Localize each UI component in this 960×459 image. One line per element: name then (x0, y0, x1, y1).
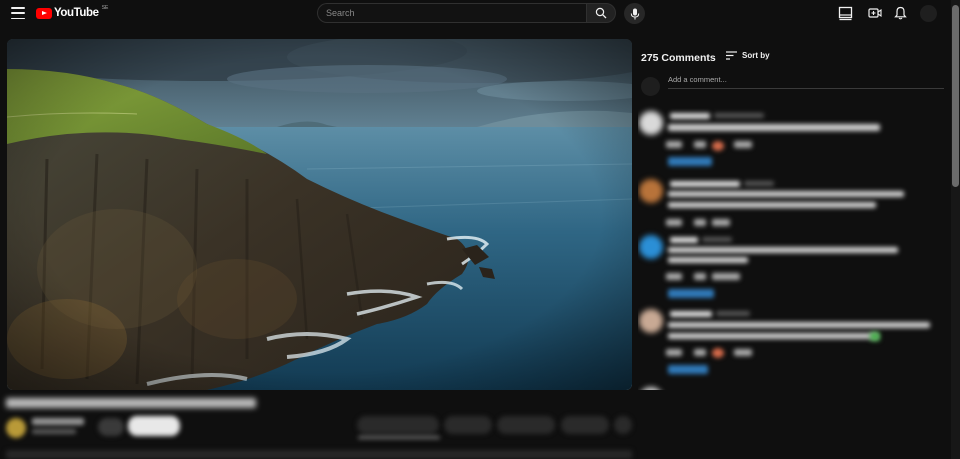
play-logo-icon (36, 7, 52, 19)
creator-heart-badge (712, 141, 724, 151)
creator-heart-badge (712, 348, 724, 358)
commenter-avatar[interactable] (639, 179, 663, 203)
comment-time-blurred (702, 237, 732, 242)
comment-count: 275 Comments (641, 52, 716, 64)
join-button[interactable] (98, 418, 124, 436)
like-button[interactable] (666, 273, 682, 280)
channel-avatar[interactable] (6, 418, 26, 438)
page-scrollbar[interactable] (951, 0, 960, 459)
like-ratio-bar (358, 436, 440, 439)
comments-header: 275 Comments (641, 52, 716, 64)
search-button[interactable] (586, 3, 616, 23)
dislike-button[interactable] (694, 141, 706, 148)
comment-text-blurred (668, 257, 748, 263)
menu-icon[interactable] (11, 7, 25, 19)
subscribe-button[interactable] (128, 416, 180, 436)
commenter-avatar[interactable] (639, 387, 663, 390)
account-avatar[interactable] (920, 5, 937, 22)
theater-mode-button[interactable] (837, 5, 854, 21)
like-dislike-button[interactable] (357, 416, 439, 434)
video-player[interactable] (7, 39, 632, 390)
search-icon (595, 7, 607, 19)
emoji-icon (870, 332, 880, 341)
view-replies-button[interactable] (668, 157, 712, 166)
commenter-avatar[interactable] (639, 111, 663, 135)
view-replies-button[interactable] (668, 365, 708, 374)
create-button[interactable] (867, 5, 883, 21)
channel-name-blurred[interactable] (32, 418, 84, 425)
comment-time-blurred (744, 181, 774, 186)
comment-item (638, 235, 948, 301)
subscriber-count-blurred (32, 429, 76, 434)
commenter-name-blurred[interactable] (670, 237, 698, 243)
like-button[interactable] (666, 219, 682, 226)
comment-item (638, 309, 948, 375)
sort-by-button[interactable]: Sort by (726, 51, 770, 60)
youtube-logo[interactable]: YouTube SE (36, 4, 108, 22)
commenter-name-blurred[interactable] (670, 311, 712, 317)
reply-button[interactable] (712, 219, 730, 226)
commenter-name-blurred[interactable] (670, 181, 740, 187)
comment-time-blurred (714, 113, 764, 118)
video-frame (7, 39, 632, 390)
search-input[interactable] (317, 3, 586, 23)
video-title-blurred (6, 398, 256, 408)
dislike-button[interactable] (694, 349, 706, 356)
search-bar (317, 3, 616, 23)
comment-text-blurred (668, 191, 904, 197)
commenter-name-blurred[interactable] (670, 113, 710, 119)
like-button[interactable] (666, 349, 682, 356)
dislike-button[interactable] (694, 273, 706, 280)
comment-text-blurred (668, 124, 880, 131)
sort-by-label: Sort by (742, 51, 770, 60)
share-button[interactable] (444, 416, 492, 434)
commenter-avatar[interactable] (639, 235, 663, 259)
notifications-button[interactable] (892, 5, 908, 21)
bell-icon (893, 6, 907, 20)
create-icon (868, 8, 882, 18)
save-button[interactable] (561, 416, 609, 434)
comment-text-blurred (668, 247, 898, 253)
logo-text: YouTube (54, 7, 99, 19)
dislike-button[interactable] (694, 219, 706, 226)
comment-text-blurred (668, 333, 878, 339)
voice-search-button[interactable] (624, 3, 645, 24)
comment-text-blurred (668, 322, 930, 328)
comments-panel: 275 Comments Sort by Add a comment... (638, 39, 951, 390)
comment-item (638, 111, 948, 177)
user-avatar (641, 77, 660, 96)
reply-button[interactable] (734, 141, 752, 148)
download-button[interactable] (497, 416, 555, 434)
country-code: SE (101, 5, 109, 11)
scrollbar-thumb[interactable] (952, 5, 959, 187)
commenter-avatar[interactable] (639, 309, 663, 333)
reply-button[interactable] (712, 273, 740, 280)
comment-text-blurred (668, 202, 876, 208)
like-button[interactable] (666, 141, 682, 148)
more-actions-button[interactable] (614, 416, 632, 434)
masthead: YouTube SE (0, 0, 960, 26)
reply-button[interactable] (734, 349, 752, 356)
description-box-blurred[interactable] (6, 450, 632, 459)
comment-time-blurred (716, 311, 750, 316)
sort-icon (726, 51, 737, 60)
add-comment-field[interactable]: Add a comment... (668, 75, 944, 89)
view-replies-button[interactable] (668, 289, 714, 298)
theater-icon (838, 6, 853, 20)
mic-icon (630, 8, 639, 19)
video-details (0, 392, 636, 459)
